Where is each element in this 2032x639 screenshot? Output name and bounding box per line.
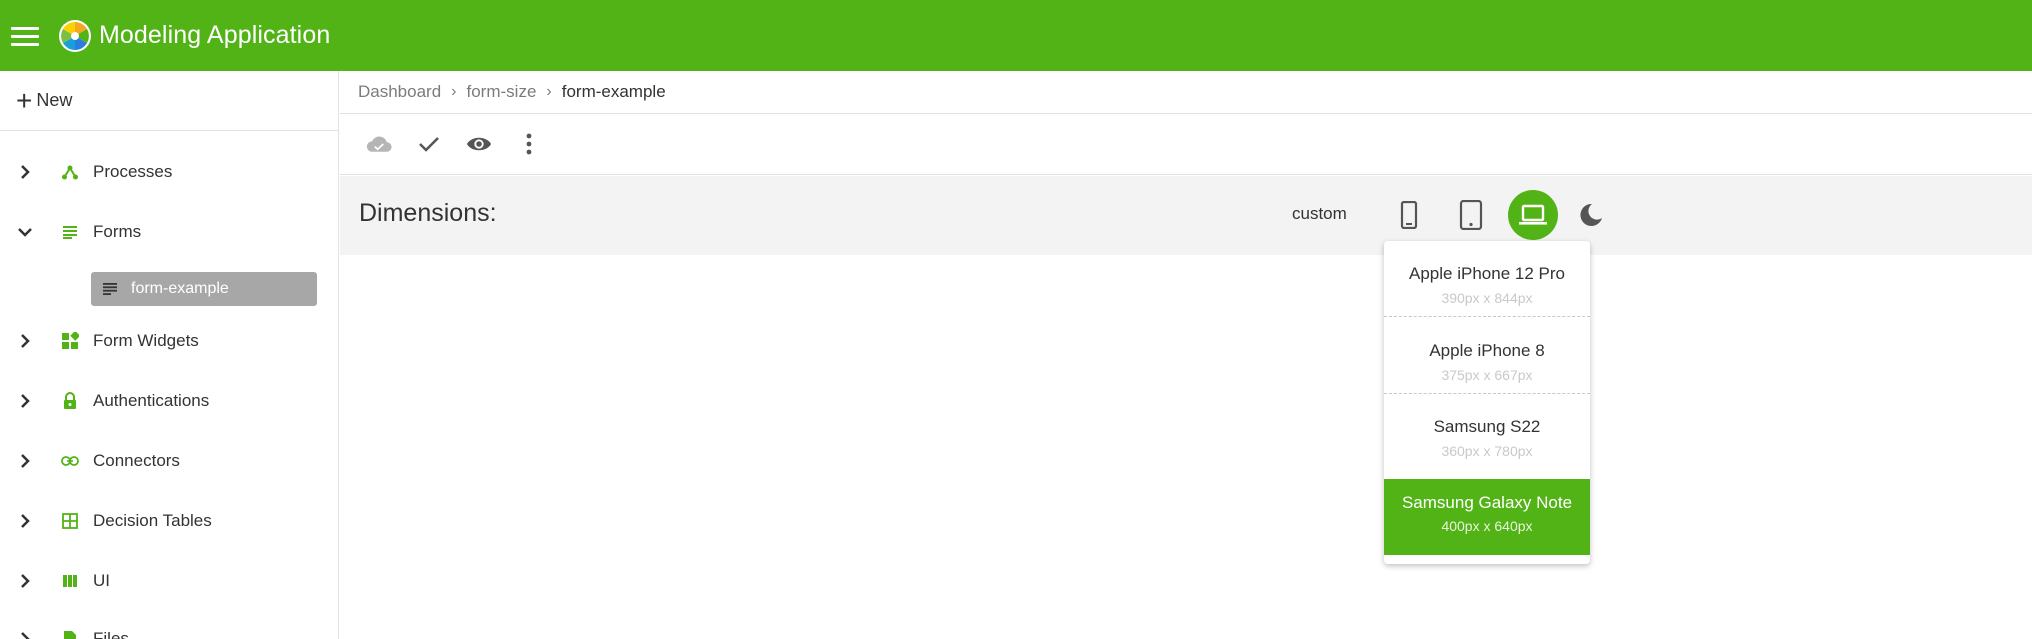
chevron-right-icon[interactable]	[14, 161, 36, 183]
eye-icon[interactable]	[466, 131, 492, 157]
laptop-icon[interactable]	[1508, 190, 1558, 240]
link-icon	[60, 451, 80, 471]
sidebar-item-form-widgets[interactable]: Form Widgets	[0, 313, 338, 369]
chevron-right-icon[interactable]	[14, 510, 36, 532]
sidebar-item-label: Files	[93, 629, 129, 639]
device-name: Apple iPhone 8	[1429, 341, 1545, 360]
form-icon	[103, 281, 119, 297]
device-name: Apple iPhone 12 Pro	[1409, 264, 1565, 283]
breadcrumb-form-size[interactable]: form-size	[467, 82, 537, 102]
chevron-down-icon[interactable]	[14, 221, 36, 243]
device-name: Samsung S22	[1433, 417, 1541, 436]
dimensions-bar: Dimensions: custom	[340, 176, 2032, 255]
new-button[interactable]: + New	[0, 71, 338, 131]
device-option-samsung-s22[interactable]: Samsung S22 360px x 780px	[1384, 394, 1590, 470]
device-option-iphone-8[interactable]: Apple iPhone 8 375px x 667px	[1384, 318, 1590, 394]
hamburger-menu-icon[interactable]	[1, 12, 49, 60]
app-logo-icon	[58, 19, 92, 53]
sidebar-item-files[interactable]: Files	[0, 611, 338, 639]
widgets-icon	[60, 331, 80, 351]
sidebar-item-label: UI	[93, 571, 110, 590]
device-size: 400px x 640px	[1441, 518, 1533, 534]
new-button-label: New	[36, 90, 73, 110]
editor-toolbar	[340, 114, 2032, 175]
sidebar-item-label: Connectors	[93, 451, 180, 470]
device-option-iphone-12-pro[interactable]: Apple iPhone 12 Pro 390px x 844px	[1384, 241, 1590, 317]
sidebar-item-connectors[interactable]: Connectors	[0, 433, 338, 489]
sidebar-item-decision-tables[interactable]: Decision Tables	[0, 493, 338, 549]
device-dropdown: Apple iPhone 12 Pro 390px x 844px Apple …	[1384, 241, 1590, 564]
sidebar-item-ui[interactable]: UI	[0, 553, 338, 609]
plus-icon: +	[16, 84, 33, 116]
sidebar-item-label: Forms	[93, 222, 142, 241]
file-icon	[60, 629, 80, 639]
chevron-right-icon[interactable]	[14, 390, 36, 412]
chevron-right-icon[interactable]	[14, 628, 36, 639]
device-size: 375px x 667px	[1441, 367, 1533, 383]
sidebar-item-processes[interactable]: Processes	[0, 144, 338, 200]
chevron-right-icon[interactable]	[14, 330, 36, 352]
chevron-right-icon: ›	[546, 83, 552, 100]
app-title: Modeling Application	[99, 21, 331, 49]
device-size: 390px x 844px	[1441, 290, 1533, 306]
sidebar-item-forms[interactable]: Forms	[0, 204, 338, 260]
forms-icon	[60, 222, 80, 242]
ui-icon	[60, 571, 80, 591]
tablet-icon[interactable]	[1446, 190, 1496, 240]
device-size: 360px x 780px	[1441, 443, 1533, 459]
dark-mode-icon[interactable]	[1566, 190, 1616, 240]
sidebar-item-label: Processes	[93, 162, 173, 181]
sidebar-item-label: Decision Tables	[93, 511, 212, 530]
sidebar-child-form-example[interactable]: form-example	[91, 272, 317, 306]
breadcrumb-dashboard[interactable]: Dashboard	[358, 82, 441, 102]
more-vert-icon[interactable]	[516, 131, 542, 157]
chevron-right-icon[interactable]	[14, 570, 36, 592]
processes-icon	[60, 162, 80, 182]
sidebar-item-label: Authentications	[93, 391, 210, 410]
chevron-right-icon: ›	[451, 83, 457, 100]
cloud-check-icon[interactable]	[366, 131, 392, 157]
check-icon[interactable]	[416, 131, 442, 157]
breadcrumb: Dashboard › form-size › form-example	[340, 71, 2032, 114]
sidebar-item-authentications[interactable]: Authentications	[0, 373, 338, 429]
breadcrumb-form-example: form-example	[561, 82, 666, 101]
lock-icon	[60, 391, 80, 411]
chevron-right-icon[interactable]	[14, 450, 36, 472]
sidebar-item-label: Form Widgets	[93, 331, 199, 350]
device-option-samsung-galaxy-note[interactable]: Samsung Galaxy Note 400px x 640px	[1384, 479, 1590, 555]
sidebar-child-label: form-example	[131, 280, 229, 297]
table-icon	[60, 511, 80, 531]
phone-icon[interactable]	[1384, 190, 1434, 240]
dimensions-title: Dimensions:	[359, 199, 497, 227]
app-bar: Modeling Application	[0, 0, 2032, 71]
sidebar: + New Processes Forms form-example Form …	[0, 71, 339, 639]
custom-dimension-button[interactable]: custom	[1292, 204, 1347, 224]
device-name: Samsung Galaxy Note	[1401, 493, 1573, 512]
